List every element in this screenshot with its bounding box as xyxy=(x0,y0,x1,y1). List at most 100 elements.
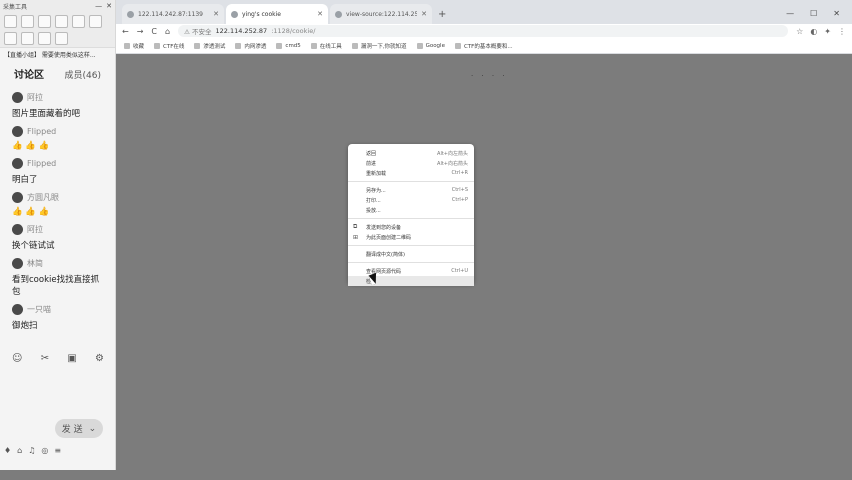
chat-toolbar xyxy=(0,12,115,48)
url-path: :1128/cookie/ xyxy=(271,27,316,35)
minimize-icon[interactable]: — xyxy=(786,9,794,18)
context-menu-item[interactable]: 投放... xyxy=(348,205,474,215)
new-tab-button[interactable]: + xyxy=(434,9,452,24)
context-menu-item[interactable]: 前进 Alt+向右箭头 xyxy=(348,158,474,168)
extension-icon[interactable]: ◐ xyxy=(810,27,817,36)
close-window-icon[interactable]: ✕ xyxy=(833,9,840,18)
tab-label: view-source:122.114.252.87... xyxy=(346,10,418,18)
chat-message: 林简 看到cookie找找直接抓包 xyxy=(0,256,115,297)
bookmark-icon xyxy=(310,42,317,49)
message-text: 御炮扫 xyxy=(12,321,38,331)
favicon-icon xyxy=(231,10,238,18)
context-menu-item[interactable]: ⊞ 为此页面创建二维码 xyxy=(348,232,474,242)
forward-icon[interactable]: → xyxy=(137,27,144,36)
menu-icon[interactable]: ≡ xyxy=(54,446,61,455)
context-menu-item[interactable]: 重新加载 Ctrl+R xyxy=(348,168,474,178)
minimize-icon[interactable]: — xyxy=(95,2,102,10)
context-menu-item[interactable]: 另存为... Ctrl+S xyxy=(348,185,474,195)
reload-icon[interactable]: C xyxy=(151,27,157,36)
extension-area: ☆ ◐ ✦ ⋮ xyxy=(796,27,846,36)
message-text: 明白了 xyxy=(12,175,38,185)
bookmark-item[interactable]: Google xyxy=(416,42,445,49)
context-menu-item[interactable]: 翻译成中文(简体) xyxy=(348,249,474,259)
close-icon[interactable]: ✕ xyxy=(106,2,112,10)
scissors-icon[interactable]: ✂ xyxy=(41,353,49,364)
more-menu-icon[interactable]: ⋮ xyxy=(838,27,846,36)
bookmark-label: 漏洞一下,你就知道 xyxy=(360,43,407,50)
avatar[interactable] xyxy=(12,303,23,315)
loading-dots: · · · · xyxy=(471,72,508,80)
bookmark-item[interactable]: 渗透测试 xyxy=(194,42,225,50)
menu-item-label: 重新加载 xyxy=(366,170,387,177)
send-button[interactable]: 发 送 ⌄ xyxy=(55,419,103,438)
not-secure-indicator[interactable]: ⚠ 不安全 xyxy=(184,26,211,36)
tool-button[interactable] xyxy=(72,15,85,28)
tool-button[interactable] xyxy=(55,15,68,28)
tool-button[interactable] xyxy=(38,15,51,28)
tab-1[interactable]: 122.114.242.87:1139 ✕ xyxy=(122,4,224,24)
tool-button[interactable] xyxy=(4,15,17,28)
bookmark-item[interactable]: 收藏 xyxy=(124,42,144,50)
image-icon[interactable]: ▣ xyxy=(67,353,76,364)
navigation-bar: ← → C ⌂ ⚠ 不安全 122.114.252.87:1128/cookie… xyxy=(116,24,852,38)
home-icon[interactable]: ⌂ xyxy=(17,446,22,455)
tool-button[interactable] xyxy=(38,32,51,45)
chat-notice[interactable]: 【直播小组】 需要使用类似这样... xyxy=(0,48,115,60)
context-menu-item[interactable]: 打印... Ctrl+P xyxy=(348,195,474,205)
menu-separator xyxy=(348,245,474,246)
chat-header: 讨论区 成员(46) xyxy=(0,60,115,85)
message-author: Flipped xyxy=(12,124,103,138)
tab-3[interactable]: view-source:122.114.252.87... ✕ xyxy=(330,4,432,24)
close-tab-icon[interactable]: ✕ xyxy=(421,10,427,18)
screen: 采集工具 — ✕ 【直播小组】 需要使用类似这样... 讨论区 成员(46) 阿… xyxy=(0,0,852,480)
context-menu-item[interactable]: 返回 Alt+向左箭头 xyxy=(348,148,474,158)
tool-button[interactable] xyxy=(21,32,34,45)
emoji-icon[interactable]: ☺ xyxy=(12,353,22,364)
context-menu-item[interactable]: 检查 xyxy=(348,276,474,286)
tab-2[interactable]: ying's cookie ✕ xyxy=(226,4,328,24)
bookmark-label: cmd5 xyxy=(285,42,301,49)
music-icon[interactable]: ♫ xyxy=(28,446,35,455)
chevron-down-icon[interactable]: ⌄ xyxy=(89,424,97,434)
tool-button[interactable] xyxy=(55,32,68,45)
address-bar[interactable]: ⚠ 不安全 122.114.252.87:1128/cookie/ xyxy=(178,25,789,37)
chat-message: Flipped 明白了 xyxy=(0,156,115,185)
close-tab-icon[interactable]: ✕ xyxy=(317,10,323,18)
message-author: 一只喵 xyxy=(12,302,103,316)
bookmark-item[interactable]: 漏洞一下,你就知道 xyxy=(351,42,407,50)
author-name: 方圆凡眼 xyxy=(27,192,59,202)
bookmark-icon xyxy=(124,42,130,49)
member-count[interactable]: 成员(46) xyxy=(65,68,101,81)
settings-icon[interactable]: ⚙ xyxy=(95,353,104,364)
maximize-icon[interactable]: ☐ xyxy=(810,9,817,18)
context-menu-item[interactable]: 查看网页源代码 Ctrl+U xyxy=(348,266,474,276)
menu-item-shortcut: Ctrl+P xyxy=(451,197,468,203)
back-icon[interactable]: ← xyxy=(122,27,129,36)
avatar[interactable] xyxy=(12,223,23,235)
context-menu-item[interactable]: ⧉ 发送到您的设备 xyxy=(348,222,474,232)
bookmark-star-icon[interactable]: ☆ xyxy=(796,27,803,36)
message-text: 👍 👍 👍 xyxy=(12,141,50,151)
page-content[interactable]: · · · · 返回 Alt+向左箭头 前进 Alt+向右箭头 重新加载 Ctrl+R 另存… xyxy=(116,54,852,480)
tool-button[interactable] xyxy=(21,15,34,28)
home-icon[interactable]: ⌂ xyxy=(165,27,170,36)
bookmark-item[interactable]: 内网渗透 xyxy=(235,42,266,50)
tool-button[interactable] xyxy=(4,32,17,45)
avatar[interactable] xyxy=(12,91,23,103)
close-tab-icon[interactable]: ✕ xyxy=(213,10,219,18)
avatar[interactable] xyxy=(12,191,23,203)
bookmark-item[interactable]: CTF在线 xyxy=(154,42,184,50)
extension-icon[interactable]: ✦ xyxy=(824,27,831,36)
bookmark-icon xyxy=(351,42,358,49)
tool-button[interactable] xyxy=(89,15,102,28)
avatar[interactable] xyxy=(12,257,23,269)
menu-item-label: 返回 xyxy=(366,150,377,157)
voice-icon[interactable]: ♦ xyxy=(4,446,11,455)
message-author: 方圆凡眼 xyxy=(12,190,103,204)
bookmark-item[interactable]: CTF的基本概要和... xyxy=(454,42,513,50)
avatar[interactable] xyxy=(12,157,23,169)
bookmark-item[interactable]: cmd5 xyxy=(276,42,301,49)
bookmark-item[interactable]: 在线工具 xyxy=(310,42,342,50)
location-icon[interactable]: ◎ xyxy=(41,446,48,455)
avatar[interactable] xyxy=(12,125,23,137)
